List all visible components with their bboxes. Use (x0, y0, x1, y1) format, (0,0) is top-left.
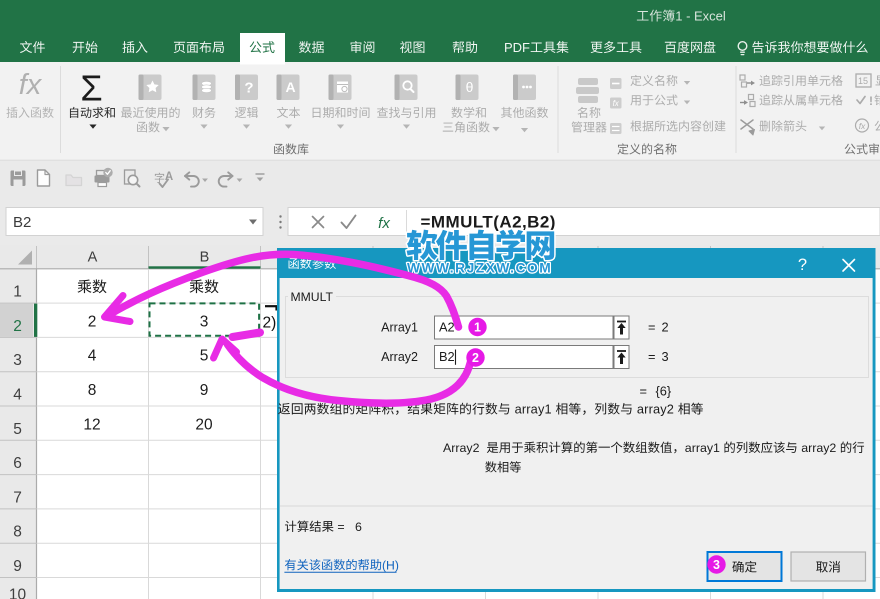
svg-text:=MMULT(A2,B2): =MMULT(A2,B2) (421, 213, 556, 232)
svg-text:array1: array1 (515, 402, 552, 417)
svg-text:θ: θ (466, 79, 474, 95)
svg-text:2: 2 (13, 318, 22, 335)
svg-text:5: 5 (13, 421, 22, 438)
svg-text:4: 4 (13, 387, 22, 404)
svg-text:fx: fx (613, 99, 620, 108)
svg-text:fx: fx (378, 215, 390, 232)
svg-text:B2: B2 (439, 349, 455, 364)
svg-text:array1: array1 (685, 441, 720, 455)
svg-text:A: A (285, 79, 295, 95)
svg-text:=: = (648, 349, 655, 364)
svg-text:3: 3 (662, 349, 669, 364)
svg-text:A: A (88, 250, 98, 266)
svg-text:1: 1 (675, 9, 682, 24)
svg-text:9: 9 (200, 382, 209, 399)
svg-text:Array2: Array2 (443, 441, 480, 455)
svg-text:Σ: Σ (80, 68, 102, 109)
svg-text:WWW.RJZXW.COM: WWW.RJZXW.COM (407, 261, 552, 276)
svg-text:8: 8 (13, 524, 22, 541)
svg-text:A2: A2 (439, 320, 455, 335)
svg-text:2): 2) (263, 315, 277, 332)
svg-text:6: 6 (13, 455, 22, 472)
svg-text:20: 20 (195, 416, 213, 433)
svg-text:3: 3 (200, 313, 209, 330)
svg-text:8: 8 (88, 382, 97, 399)
svg-text:12: 12 (83, 416, 100, 433)
svg-text:array2: array2 (637, 402, 674, 417)
svg-text:fx: fx (19, 69, 43, 101)
svg-text:5: 5 (200, 348, 209, 365)
svg-text:-: - (686, 9, 690, 24)
svg-text:PDF: PDF (504, 40, 530, 55)
svg-text:{6}: {6} (656, 384, 672, 399)
svg-text:6: 6 (355, 520, 362, 534)
svg-text:B2: B2 (13, 214, 31, 231)
svg-text:7: 7 (13, 489, 22, 506)
svg-text:3: 3 (13, 352, 22, 369)
svg-text:=: = (640, 384, 647, 399)
svg-text:4: 4 (88, 348, 97, 365)
svg-text:9: 9 (13, 558, 22, 575)
svg-text:!: ! (869, 94, 873, 108)
svg-text:=: = (648, 320, 655, 335)
svg-text:B: B (200, 250, 210, 266)
svg-text:2: 2 (472, 351, 479, 365)
svg-text:Array1: Array1 (381, 321, 418, 335)
svg-text:15: 15 (858, 76, 868, 86)
svg-text:?: ? (798, 256, 807, 274)
svg-text:(H): (H) (382, 558, 399, 572)
svg-text:3: 3 (713, 558, 720, 572)
svg-text:2: 2 (88, 313, 97, 330)
svg-text:MMULT: MMULT (291, 290, 334, 304)
svg-text:1: 1 (13, 284, 22, 301)
svg-text:1: 1 (474, 321, 481, 335)
svg-text:Excel: Excel (694, 9, 726, 24)
svg-text:Array2: Array2 (381, 350, 418, 364)
svg-text:array2: array2 (801, 441, 836, 455)
svg-text:10: 10 (9, 587, 27, 599)
svg-text:=: = (337, 520, 344, 534)
svg-text:fx: fx (859, 121, 866, 131)
svg-text:?: ? (244, 80, 253, 97)
svg-text:2: 2 (662, 320, 669, 335)
